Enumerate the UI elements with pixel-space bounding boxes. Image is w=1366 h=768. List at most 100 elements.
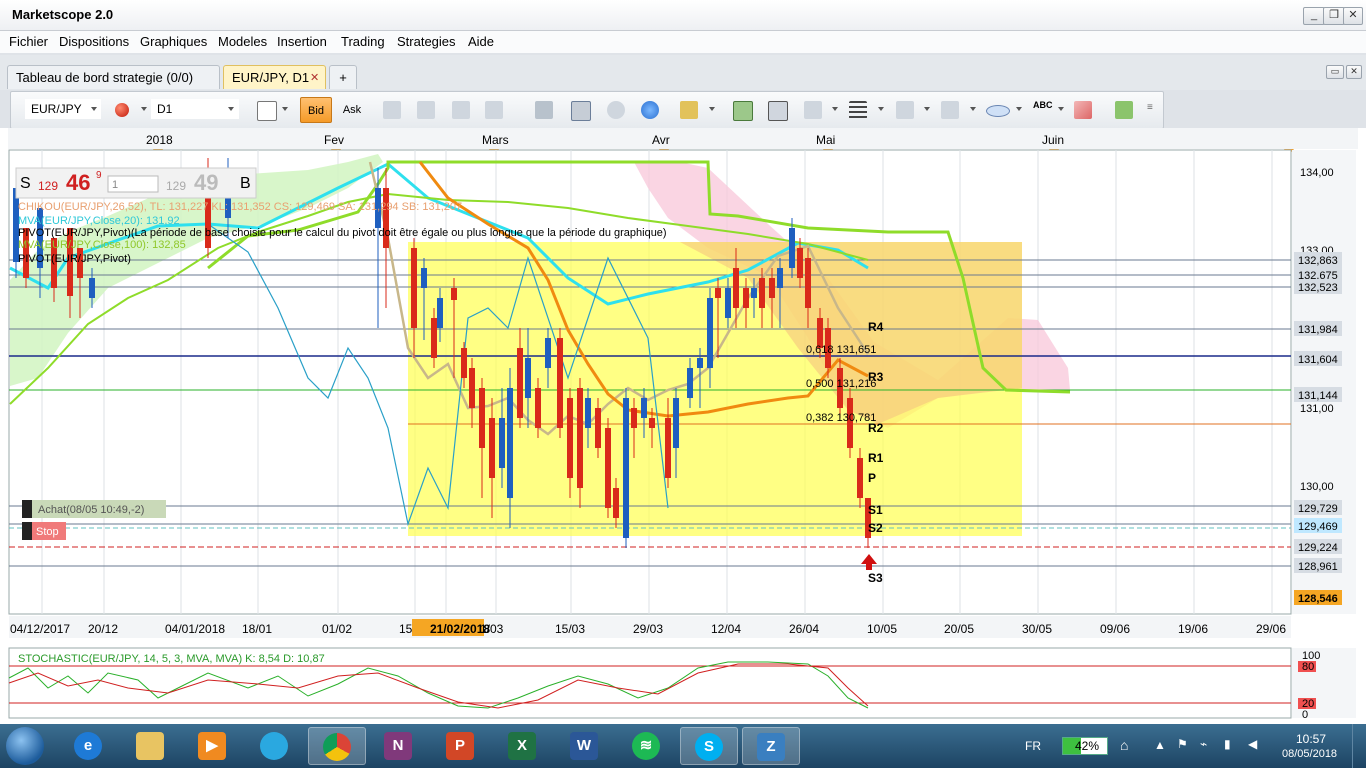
taskbar-skype[interactable]: S xyxy=(680,727,738,765)
tray-chevron-icon[interactable]: ▲ xyxy=(1154,738,1166,752)
tab-strategy-dashboard[interactable]: Tableau de bord strategie (0/0) xyxy=(7,65,220,89)
refresh-icon[interactable] xyxy=(607,101,625,119)
taskbar-sync[interactable] xyxy=(246,727,304,765)
clock-date[interactable]: 08/05/2018 xyxy=(1282,748,1337,760)
maximize-button[interactable]: ❐ xyxy=(1323,7,1345,25)
language-indicator[interactable]: FR xyxy=(1025,739,1041,753)
show-desktop-button[interactable] xyxy=(1352,724,1366,768)
ruler-icon[interactable] xyxy=(680,101,698,119)
taskbar-onenote[interactable]: N xyxy=(370,727,428,765)
ticker-sell-label[interactable]: S xyxy=(20,175,31,192)
candle-body xyxy=(507,388,513,498)
tab-eurjpy-d1[interactable]: EUR/JPY, D1 ✕ xyxy=(223,65,326,89)
toolbar-overflow-icon[interactable]: ≡ xyxy=(1147,102,1153,113)
chart-type-icon[interactable] xyxy=(257,101,277,121)
panel-close-button[interactable]: ✕ xyxy=(1346,65,1362,79)
candle-body xyxy=(411,248,417,328)
price-level-label: 131,604 xyxy=(1298,354,1338,366)
candle-body xyxy=(789,228,795,268)
folder-icon xyxy=(136,732,164,760)
ellipse-icon[interactable] xyxy=(986,105,1010,117)
chevron-down-icon xyxy=(141,107,147,111)
trendlines-icon[interactable] xyxy=(896,101,914,119)
eraser-icon[interactable] xyxy=(1074,101,1092,119)
menu-fichier[interactable]: Fichier xyxy=(9,34,48,49)
ticker-buy-label[interactable]: B xyxy=(240,175,251,192)
month-label: Avr xyxy=(652,133,670,147)
pivot-r4: R4 xyxy=(868,320,884,334)
hierarchy-icon[interactable] xyxy=(1115,101,1133,119)
symbol-select[interactable]: EUR/JPY xyxy=(25,99,101,119)
candle-body xyxy=(665,418,671,478)
timeframe-value: D1 xyxy=(157,102,173,116)
add-indicator-icon[interactable] xyxy=(571,101,591,121)
candle-body xyxy=(751,288,757,298)
print-icon[interactable] xyxy=(768,101,788,121)
network-icon[interactable]: ⌂ xyxy=(1120,737,1128,753)
close-button[interactable]: ✕ xyxy=(1343,7,1363,25)
candle-body xyxy=(805,258,811,308)
taskbar-spotify[interactable]: ≋ xyxy=(618,727,676,765)
taskbar-word[interactable]: W xyxy=(556,727,614,765)
price-level-label: 131,984 xyxy=(1298,324,1338,336)
crosshair-icon[interactable] xyxy=(804,101,822,119)
panel-minimize-button[interactable]: ▭ xyxy=(1326,65,1344,79)
minimize-button[interactable]: _ xyxy=(1303,7,1325,25)
date-label: 04/12/2017 xyxy=(10,622,70,636)
market-status-icon[interactable] xyxy=(115,103,129,117)
price-chart[interactable]: 2018 Fev Mars Avr Mai Juin 0,618 131,651 0,50… xyxy=(8,128,1358,724)
timeframe-select[interactable]: D1 xyxy=(151,99,239,119)
lines-icon[interactable] xyxy=(849,101,867,119)
tab-label: EUR/JPY, D1 xyxy=(232,70,310,85)
taskbar-powerpoint[interactable]: P xyxy=(432,727,490,765)
indicator-mva20-label: MVA(EUR/JPY,Close,20): 131,92 xyxy=(18,215,180,227)
start-button[interactable] xyxy=(6,727,44,765)
add-tab-button[interactable]: + xyxy=(329,65,357,89)
picture-icon[interactable] xyxy=(733,101,753,121)
menu-trading[interactable]: Trading xyxy=(341,34,385,49)
text-tool-button[interactable]: ABC xyxy=(1033,100,1053,110)
menu-dispositions[interactable]: Dispositions xyxy=(59,34,129,49)
menu-strategies[interactable]: Strategies xyxy=(397,34,456,49)
powerpoint-icon: P xyxy=(446,732,474,760)
fib-label-382: 0,382 130,781 xyxy=(806,412,876,424)
date-label: 29/06 xyxy=(1256,622,1286,636)
menu-graphiques[interactable]: Graphiques xyxy=(140,34,207,49)
zoom-out-icon[interactable] xyxy=(417,101,435,119)
battery-meter[interactable]: 42% xyxy=(1062,737,1108,755)
taskbar-chrome[interactable] xyxy=(308,727,366,765)
candle-body xyxy=(857,458,863,498)
chrome-icon xyxy=(323,733,351,761)
pen-icon[interactable] xyxy=(941,101,959,119)
power-icon[interactable]: ⌁ xyxy=(1200,737,1207,751)
taskbar: e ▶ N P X W ≋ S Z FR 42% ⌂ ▲ ⚑ ⌁ ▮ ◀ 10:… xyxy=(0,724,1366,768)
volume-icon[interactable]: ◀ xyxy=(1248,737,1257,751)
globe-icon[interactable] xyxy=(641,101,659,119)
menu-aide[interactable]: Aide xyxy=(468,34,494,49)
zoom-area-icon[interactable] xyxy=(485,101,503,119)
menu-insertion[interactable]: Insertion xyxy=(277,34,327,49)
taskbar-ie[interactable]: e xyxy=(60,727,118,765)
date-label: 30/05 xyxy=(1022,622,1052,636)
zoom-in-icon[interactable] xyxy=(383,101,401,119)
taskbar-media[interactable]: ▶ xyxy=(184,727,242,765)
candle-body xyxy=(517,348,523,418)
stochastic-label: STOCHASTIC(EUR/JPY, 14, 5, 3, MVA, MVA) … xyxy=(18,653,325,665)
ask-button[interactable]: Ask xyxy=(336,97,368,123)
cursor-icon[interactable] xyxy=(452,101,470,119)
bid-button[interactable]: Bid xyxy=(300,97,332,123)
tab-close-icon[interactable]: ✕ xyxy=(310,66,319,90)
menu-modeles[interactable]: Modeles xyxy=(218,34,267,49)
flag-icon[interactable]: ⚑ xyxy=(1177,737,1188,751)
clock-time[interactable]: 10:57 xyxy=(1296,732,1326,746)
candle-body xyxy=(733,268,739,308)
signal-icon[interactable]: ▮ xyxy=(1224,737,1231,751)
fit-icon[interactable] xyxy=(535,101,553,119)
price-level-label: 128,961 xyxy=(1298,561,1338,573)
app-title: Marketscope 2.0 xyxy=(12,7,114,22)
taskbar-excel[interactable]: X xyxy=(494,727,552,765)
indicator-ichimoku-label: CHIKOU(EUR/JPY,26,52), TL: 131,227 KL: 1… xyxy=(18,201,462,213)
taskbar-explorer[interactable] xyxy=(122,727,180,765)
price-level-label: 131,144 xyxy=(1298,390,1338,402)
taskbar-marketscope[interactable]: Z xyxy=(742,727,800,765)
